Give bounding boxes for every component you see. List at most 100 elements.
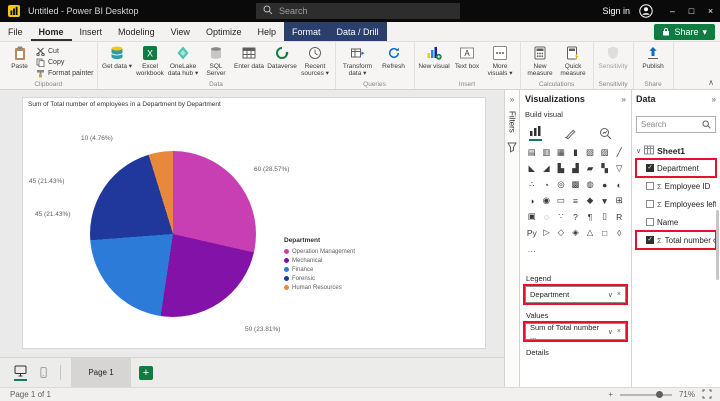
- field-checkbox[interactable]: [646, 218, 654, 226]
- field-checkbox[interactable]: [646, 200, 654, 208]
- dataverse-button[interactable]: Dataverse: [266, 44, 299, 78]
- metrics-icon[interactable]: △: [583, 225, 597, 240]
- paste-button[interactable]: Paste: [3, 44, 36, 78]
- quick-measure-button[interactable]: Quick measure: [557, 44, 590, 78]
- more-visuals-option-icon[interactable]: …: [525, 241, 539, 256]
- text-box-button[interactable]: A Text box: [451, 44, 484, 78]
- tab-data-drill[interactable]: Data / Drill: [328, 22, 387, 41]
- azure-map-icon[interactable]: ◑: [525, 193, 539, 208]
- python-visual-icon[interactable]: Py: [525, 225, 539, 240]
- remove-field-icon[interactable]: ×: [617, 291, 621, 298]
- collapse-pane-icon[interactable]: »: [712, 95, 716, 104]
- format-visual-tab[interactable]: [564, 127, 577, 141]
- treemap-icon[interactable]: ▩: [569, 177, 583, 192]
- remove-field-icon[interactable]: ×: [617, 328, 621, 335]
- filters-pane-collapsed[interactable]: » Filters: [504, 90, 520, 387]
- smart-narrative-icon[interactable]: ¶: [583, 209, 597, 224]
- area-chart-icon[interactable]: ◣: [525, 161, 539, 176]
- expander-chevron-icon[interactable]: ∨: [636, 147, 641, 155]
- stacked-bar-chart-icon[interactable]: ▤: [525, 145, 539, 160]
- build-visual-tab[interactable]: [529, 125, 542, 141]
- waterfall-chart-icon[interactable]: ▚: [598, 161, 612, 176]
- field-row-employees-left[interactable]: Σ Employees left t...: [636, 195, 716, 213]
- key-influencers-icon[interactable]: ◌: [540, 209, 554, 224]
- field-checkbox[interactable]: [646, 182, 654, 190]
- line-and-clustered-column-chart-icon[interactable]: ▟: [569, 161, 583, 176]
- donut-chart-icon[interactable]: ◎: [554, 177, 568, 192]
- values-field-well[interactable]: Sum of Total number ... ∨ ×: [523, 321, 628, 342]
- stacked-column-chart-icon[interactable]: ▦: [554, 145, 568, 160]
- transform-data-button[interactable]: Transform data ▾: [339, 44, 377, 78]
- sign-in-button[interactable]: Sign in: [602, 6, 630, 16]
- analytics-tab[interactable]: [599, 127, 612, 141]
- table-icon[interactable]: ⊞: [612, 193, 626, 208]
- fit-to-page-icon[interactable]: [702, 389, 712, 401]
- 100-stacked-column-chart-icon[interactable]: ▨: [598, 145, 612, 160]
- field-row-employee-id[interactable]: Σ Employee ID: [636, 177, 716, 195]
- qa-visual-icon[interactable]: ?: [569, 209, 583, 224]
- funnel-chart-icon[interactable]: ▽: [612, 161, 626, 176]
- paginated-report-icon[interactable]: ▯: [598, 209, 612, 224]
- tab-view[interactable]: View: [163, 22, 198, 41]
- recent-sources-button[interactable]: Recent sources ▾: [299, 44, 332, 78]
- format-painter-button[interactable]: Format painter: [36, 69, 94, 78]
- share-button[interactable]: Share ▾: [654, 24, 715, 40]
- publish-button[interactable]: Publish: [637, 44, 670, 78]
- table-sheet1[interactable]: ∨ Sheet1: [636, 143, 716, 159]
- report-canvas[interactable]: Sum of Total number of employees in a De…: [0, 90, 504, 357]
- field-checkbox[interactable]: ✓: [646, 164, 654, 172]
- maximize-button[interactable]: □: [682, 0, 701, 22]
- tab-optimize[interactable]: Optimize: [198, 22, 250, 41]
- close-button[interactable]: ×: [701, 0, 720, 22]
- onelake-data-hub-button[interactable]: OneLake data hub ▾: [167, 44, 200, 78]
- field-row-name[interactable]: Name: [636, 213, 716, 231]
- minimize-button[interactable]: –: [663, 0, 682, 22]
- global-search-input[interactable]: Search: [256, 3, 460, 19]
- tab-modeling[interactable]: Modeling: [110, 22, 163, 41]
- zoom-in-icon[interactable]: +: [608, 390, 613, 399]
- refresh-button[interactable]: Refresh: [377, 44, 411, 78]
- account-avatar-icon[interactable]: [639, 4, 653, 18]
- tab-help[interactable]: Help: [249, 22, 284, 41]
- page-tab[interactable]: Page 1: [71, 357, 131, 388]
- map-icon[interactable]: ◍: [583, 177, 597, 192]
- expand-pane-icon[interactable]: »: [510, 95, 514, 104]
- decomposition-tree-icon[interactable]: ∵: [554, 209, 568, 224]
- shape-map-icon[interactable]: ◐: [612, 177, 626, 192]
- tab-insert[interactable]: Insert: [72, 22, 111, 41]
- clustered-bar-chart-icon[interactable]: ▥: [540, 145, 554, 160]
- filled-map-icon[interactable]: ●: [598, 177, 612, 192]
- card-icon[interactable]: ▭: [554, 193, 568, 208]
- more-visuals-button[interactable]: More visuals ▾: [484, 44, 517, 78]
- kpi-icon[interactable]: ◆: [583, 193, 597, 208]
- get-data-button[interactable]: Get data ▾: [101, 44, 134, 78]
- matrix-icon[interactable]: ▣: [525, 209, 539, 224]
- r-script-visual-icon[interactable]: R: [612, 209, 626, 224]
- field-row-department[interactable]: ✓ Department: [635, 158, 717, 178]
- zoom-slider[interactable]: [619, 390, 672, 398]
- arcgis-map-icon[interactable]: ◈: [569, 225, 583, 240]
- scrollbar[interactable]: [716, 210, 719, 280]
- tab-format[interactable]: Format: [283, 22, 329, 41]
- legend-field-well[interactable]: Department ∨ ×: [523, 284, 628, 305]
- multi-row-card-icon[interactable]: ≡: [569, 193, 583, 208]
- add-page-button[interactable]: +: [139, 365, 153, 380]
- chevron-down-icon[interactable]: ∨: [608, 291, 613, 299]
- desktop-view-icon[interactable]: [14, 364, 27, 381]
- scorecard-icon[interactable]: □: [598, 225, 612, 240]
- pie-chart[interactable]: [90, 151, 256, 317]
- slicer-icon[interactable]: ▼: [598, 193, 612, 208]
- cut-button[interactable]: Cut: [36, 47, 94, 56]
- performance-flow-icon[interactable]: ◊: [612, 225, 626, 240]
- power-apps-visual-icon[interactable]: ▷: [540, 225, 554, 240]
- collapse-pane-icon[interactable]: »: [622, 95, 626, 104]
- ribbon-chart-icon[interactable]: ▰: [583, 161, 597, 176]
- line-and-stacked-column-chart-icon[interactable]: ▙: [554, 161, 568, 176]
- mobile-view-icon[interactable]: [37, 366, 50, 379]
- power-automate-visual-icon[interactable]: ◇: [554, 225, 568, 240]
- tab-home[interactable]: Home: [31, 22, 72, 41]
- data-search-input[interactable]: Search: [636, 116, 716, 133]
- gauge-icon[interactable]: ◉: [540, 193, 554, 208]
- report-page[interactable]: Sum of Total number of employees in a De…: [22, 97, 486, 349]
- field-row-total-number[interactable]: ✓ Σ Total number of .: [635, 230, 717, 250]
